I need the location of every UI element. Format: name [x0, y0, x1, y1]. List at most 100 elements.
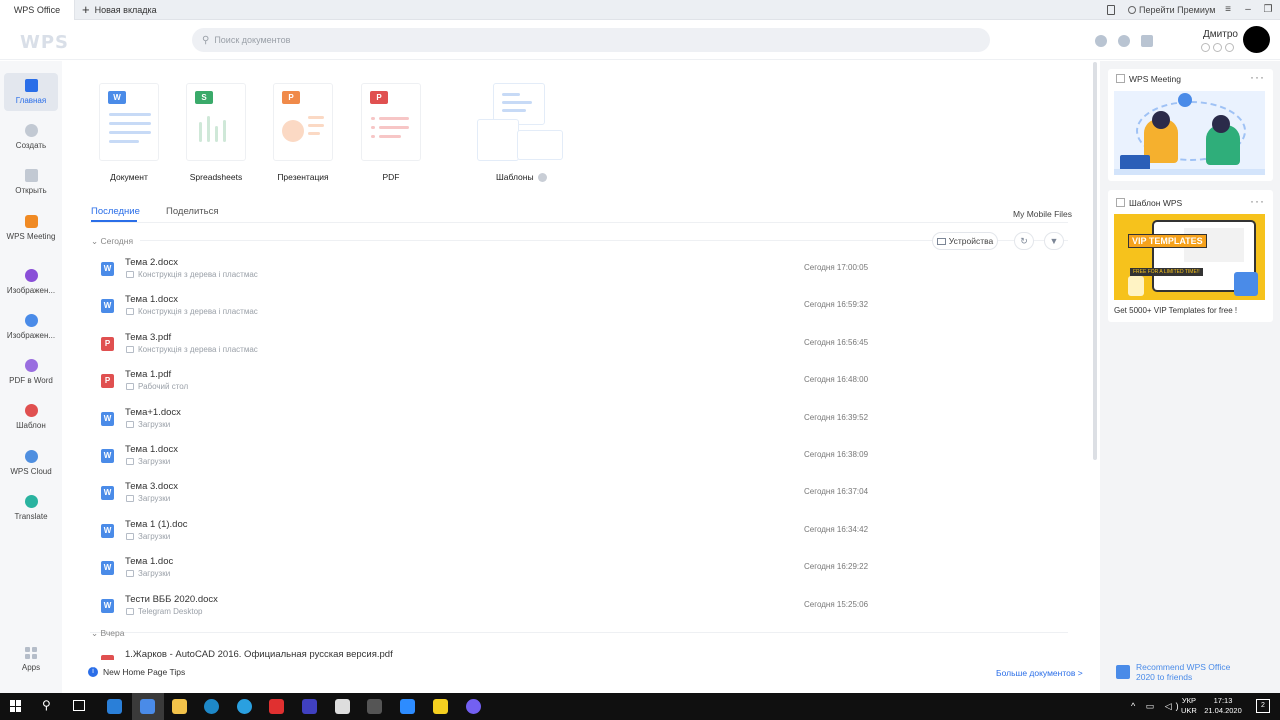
file-name: Тести ВББ 2020.docx	[125, 593, 218, 605]
more-icon[interactable]: ···	[1250, 70, 1265, 84]
mail-icon[interactable]	[107, 699, 122, 714]
writer-file-icon: W	[101, 598, 114, 613]
viber-icon[interactable]	[466, 699, 481, 714]
clock[interactable]: 17:13 21.04.2020	[1203, 696, 1243, 716]
premium-link[interactable]: Перейти Премиум	[1128, 0, 1215, 20]
sidebar-item-image-tool[interactable]: Изображен...	[4, 263, 58, 301]
zoom-icon[interactable]	[400, 699, 415, 714]
tray-icons[interactable]: ^ ▭ ◁)	[1131, 701, 1183, 712]
sidebar-item-apps[interactable]: Apps	[4, 640, 58, 678]
more-icon[interactable]: ···	[1250, 194, 1265, 208]
table-row[interactable]: W Тема 2.docx Конструкція з дерева і пласт…	[90, 253, 1070, 290]
recommend-link[interactable]: Recommend WPS Office 2020 to friends	[1116, 662, 1248, 682]
table-row[interactable]: P Тема 3.pdf Конструкція з дерева і пластм…	[90, 328, 1070, 365]
file-name: Тема 1 (1).doc	[125, 518, 188, 530]
device-icon[interactable]	[1107, 5, 1115, 15]
list-item[interactable]: 1.Жарков - AutoCAD 2016. Официальная рус…	[90, 646, 1070, 660]
table-row[interactable]: W Тема 1.docx Загрузки Сегодня 16:38:09	[90, 440, 1070, 477]
table-row[interactable]: W Тема 1 (1).doc Загрузки Сегодня 16:34:42	[90, 515, 1070, 552]
sidebar-item-create[interactable]: Создать	[4, 118, 58, 156]
tab-mobile-files[interactable]: My Mobile Files	[1013, 209, 1072, 219]
username[interactable]: Дмитро	[1203, 29, 1238, 40]
app-icon[interactable]	[335, 699, 350, 714]
file-time: Сегодня 16:34:42	[804, 524, 869, 534]
file-location: Загрузки	[138, 569, 171, 579]
app-icon[interactable]	[367, 699, 382, 714]
wps-taskbar-icon[interactable]	[140, 699, 155, 714]
vip-caption[interactable]: Get 5000+ VIP Templates for free !	[1114, 306, 1237, 315]
more-documents-link[interactable]: Больше документов >	[996, 668, 1083, 678]
devices-label: Устройства	[948, 236, 994, 246]
table-row[interactable]: P Тема 1.pdf Рабочий стол Сегодня 16:48:00	[90, 365, 1070, 402]
search-icon[interactable]: ⚲	[42, 698, 51, 712]
table-row[interactable]: W Тема 1.doc Загрузки Сегодня 16:29:22	[90, 552, 1070, 589]
new-presentation-tile[interactable]: P	[273, 83, 333, 161]
vip-banner-sub: FREE FOR A LIMITED TIME!!	[1130, 268, 1203, 276]
file-explorer-icon[interactable]	[172, 699, 187, 714]
sidebar-item-meeting[interactable]: WPS Meeting	[4, 209, 58, 247]
table-row[interactable]: W Тема 1.docx Конструкція з дерева і пласт…	[90, 290, 1070, 327]
spreadsheet-icon: S	[195, 91, 213, 104]
notification-icon[interactable]: 2	[1256, 699, 1270, 713]
devices-button[interactable]: Устройства	[932, 232, 998, 250]
autocad-icon[interactable]	[269, 699, 284, 714]
telegram-icon[interactable]	[237, 699, 252, 714]
task-view-icon[interactable]	[73, 700, 85, 711]
folder-icon	[126, 532, 134, 540]
new-pdf-tile[interactable]: P	[361, 83, 421, 161]
menu-icon[interactable]: ≡	[1218, 0, 1238, 20]
windows-start-icon[interactable]	[10, 700, 22, 712]
folder-icon	[126, 495, 134, 503]
section-yesterday: ⌄ Вчера	[91, 628, 125, 638]
template-card[interactable]: Шаблон WPS ··· VIP TEMPLATES FREE FOR A …	[1108, 190, 1273, 322]
filter-icon[interactable]: ▼	[1044, 232, 1064, 250]
tab-new[interactable]: + Новая вкладка	[82, 0, 157, 20]
pdf-to-word-icon	[24, 359, 38, 372]
minimize-icon[interactable]: –	[1238, 0, 1258, 20]
sidebar-item-cloud[interactable]: WPS Cloud	[4, 444, 58, 482]
restore-icon[interactable]: ❐	[1258, 0, 1278, 20]
table-row[interactable]: W Тема+1.docx Загрузки Сегодня 16:39:52	[90, 403, 1070, 440]
sidebar-item-label: WPS Meeting	[6, 232, 56, 241]
templates-tile[interactable]	[477, 83, 565, 163]
folder-icon	[126, 345, 134, 353]
new-document-tile[interactable]: W	[99, 83, 159, 161]
new-spreadsheet-tile[interactable]: S	[186, 83, 246, 161]
folder-icon	[126, 607, 134, 615]
tab-bar: WPS Office + Новая вкладка Перейти Преми…	[0, 0, 1280, 20]
file-location: Конструкція з дерева і пластмас	[138, 307, 258, 317]
templates-label-row[interactable]: Шаблоны	[496, 172, 547, 182]
tab-wps-office[interactable]: WPS Office	[0, 0, 75, 20]
tips-link[interactable]: i New Home Page Tips	[88, 667, 185, 677]
image-convert-icon	[24, 314, 38, 327]
section-yesterday-label: Вчера	[100, 628, 125, 638]
sidebar-item-image-convert[interactable]: Изображен...	[4, 308, 58, 346]
writer-file-icon: W	[101, 486, 114, 501]
search-input[interactable]: ⚲ Поиск документов	[192, 28, 990, 52]
badge-icon	[1225, 43, 1234, 52]
language-indicator[interactable]: УКР UKR	[1181, 696, 1197, 716]
tab-recent[interactable]: Последние	[91, 206, 140, 217]
file-name: Тема 1.pdf	[125, 369, 172, 381]
sidebar-item-pdf-to-word[interactable]: PDF в Word	[4, 353, 58, 391]
sticky-notes-icon[interactable]	[433, 699, 448, 714]
settings-icon[interactable]	[1118, 35, 1130, 47]
folder-icon	[126, 420, 134, 428]
avatar[interactable]	[1243, 26, 1270, 53]
edge-icon[interactable]	[204, 699, 219, 714]
badge-icon	[1201, 43, 1210, 52]
table-row[interactable]: W Тема 3.docx Загрузки Сегодня 16:37:04	[90, 477, 1070, 514]
tab-share[interactable]: Поделиться	[166, 206, 218, 217]
main-scrollbar[interactable]	[1093, 62, 1097, 460]
meeting-card[interactable]: WPS Meeting ···	[1108, 69, 1273, 181]
pdf-file-icon: P	[101, 374, 114, 389]
skin-icon[interactable]	[1141, 35, 1153, 47]
sidebar-item-translate[interactable]: Translate	[4, 489, 58, 527]
table-row[interactable]: W Тести ВББ 2020.docx Telegram Desktop Сего…	[90, 590, 1070, 627]
sidebar-item-home[interactable]: Главная	[4, 73, 58, 111]
refresh-icon[interactable]: ↻	[1014, 232, 1034, 250]
sidebar-item-template[interactable]: Шаблон	[4, 398, 58, 436]
chat-icon[interactable]	[1095, 35, 1107, 47]
app-icon[interactable]	[302, 699, 317, 714]
sidebar-item-open[interactable]: Открыть	[4, 163, 58, 201]
